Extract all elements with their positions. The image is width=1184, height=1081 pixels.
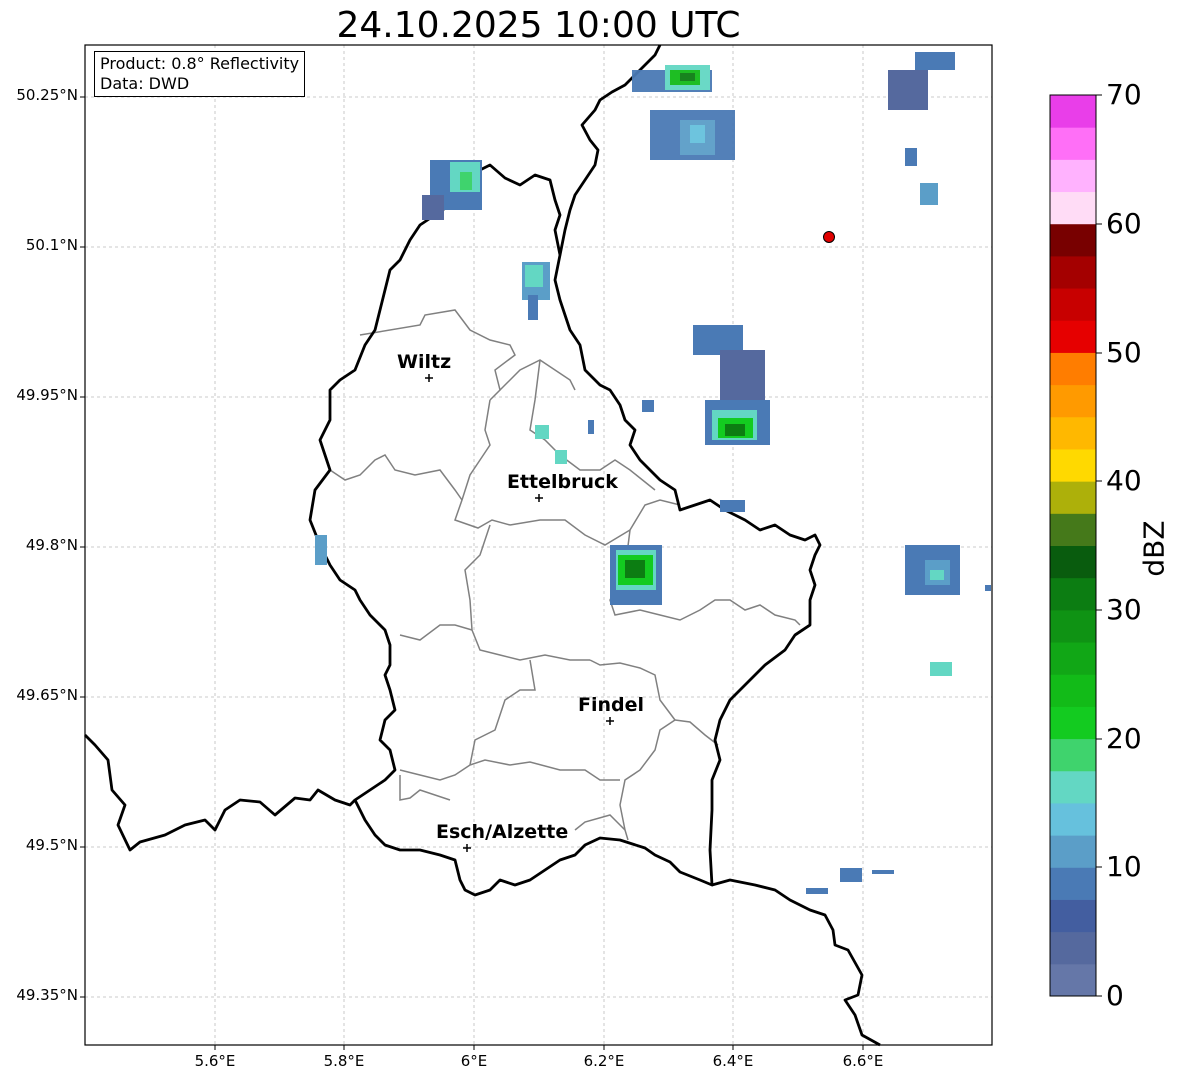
colorbar-tick-label: 10 [1106,850,1142,883]
lon-tick-label: 6.2°E [583,1052,625,1070]
colorbar-segment [1050,835,1096,868]
colorbar-ticks [1096,94,1102,997]
colorbar [1050,95,1096,997]
map-frame [84,44,993,1046]
colorbar-tick-label: 0 [1106,979,1124,1012]
data-source-label: Data: DWD [100,74,190,93]
echo-cell [315,535,327,565]
lon-tick-label: 6.4°E [712,1052,754,1070]
colorbar-segment [1050,609,1096,643]
lat-tick-label: 49.5°N [25,836,78,854]
echo-cell [610,545,662,605]
germany-france-border-se [711,878,881,1047]
echo-cell [930,662,952,676]
colorbar-segment [1050,191,1096,225]
colorbar-segment [1050,545,1096,579]
colorbar-segment [1050,867,1096,900]
france-border [84,734,356,852]
colorbar-tick-label: 20 [1106,722,1142,755]
city-label-esch-alzette: Esch/Alzette [436,821,569,843]
lat-tick-label: 50.25°N [16,86,78,104]
city-label-ettelbruck: Ettelbruck [507,471,618,493]
echo-cell [555,450,567,464]
colorbar-tick-label: 60 [1106,207,1142,240]
colorbar-segment [1050,448,1096,482]
colorbar-segment [1050,738,1096,772]
lat-tick-label: 50.1°N [25,236,78,254]
echo-cell [840,868,862,882]
colorbar-segment [1050,352,1096,386]
lon-tick-label: 5.6°E [194,1052,236,1070]
lat-tick-label: 49.8°N [25,536,78,554]
echo-cell [985,585,991,591]
colorbar-segment [1050,674,1096,707]
city-markers [425,374,614,852]
colorbar-segment [1050,95,1096,128]
germany-border-east [794,623,811,637]
colorbar-segment [1050,223,1096,257]
colorbar-segment [1050,963,1096,997]
lat-tick-label: 49.65°N [16,686,78,704]
echo-cell [422,160,482,220]
echo-cell [888,52,955,205]
lon-tick-label: 5.8°E [323,1052,365,1070]
colorbar-segment [1050,770,1096,804]
lat-tick-label: 49.35°N [16,986,78,1004]
colorbar-segment [1050,706,1096,740]
colorbar-tick-label: 30 [1106,593,1142,626]
radar-site-marker [823,231,835,243]
echo-cell [535,425,549,439]
echo-cell [588,420,594,434]
colorbar-segment [1050,159,1096,193]
echo-cell [806,888,828,894]
axis-ticks [80,96,864,1050]
colorbar-title: dBZ [1137,520,1171,577]
product-label: Product: 0.8° Reflectivity [100,54,300,73]
luxembourg-border [308,163,822,897]
lat-tick-label: 49.95°N [16,386,78,404]
radar-map [80,44,1102,1050]
info-box: Product: 0.8° Reflectivity Data: DWD [94,51,306,97]
country-borders [84,44,881,1047]
echo-cell [693,325,770,445]
colorbar-segment [1050,384,1096,418]
echo-cell [905,545,960,595]
colorbar-segment [1050,802,1096,836]
colorbar-segment [1050,931,1096,965]
colorbar-segment [1050,481,1096,514]
city-label-findel: Findel [578,694,645,716]
lon-tick-label: 6°E [460,1052,488,1070]
colorbar-segment [1050,577,1096,611]
colorbar-segment [1050,513,1096,546]
city-label-wiltz: Wiltz [397,351,452,373]
colorbar-segment [1050,899,1096,933]
colorbar-segment [1050,127,1096,160]
lon-tick-label: 6.6°E [842,1052,884,1070]
colorbar-segment [1050,255,1096,289]
echo-cell [872,870,894,874]
colorbar-segment [1050,416,1096,450]
echo-cell [642,400,654,412]
colorbar-segment [1050,288,1096,321]
echo-cell [632,65,735,160]
colorbar-segment [1050,642,1096,675]
colorbar-tick-label: 40 [1106,464,1142,497]
echo-cell [720,500,745,512]
colorbar-segment [1050,320,1096,353]
echo-cell [522,262,550,320]
colorbar-tick-label: 50 [1106,336,1142,369]
gridlines [85,45,992,1045]
colorbar-tick-label: 70 [1106,78,1142,111]
